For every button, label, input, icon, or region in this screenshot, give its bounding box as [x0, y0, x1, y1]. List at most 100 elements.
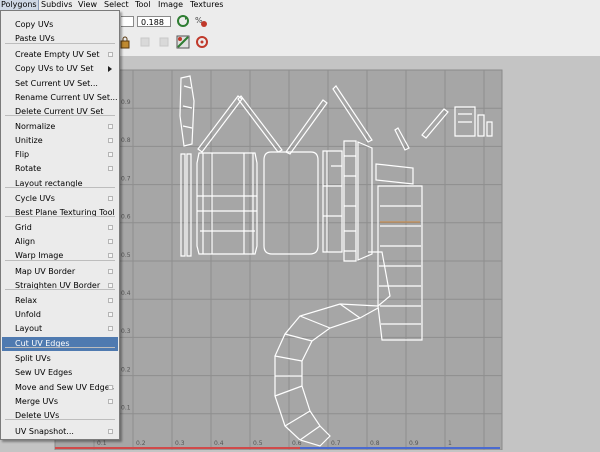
menu-tool[interactable]: Tool: [134, 0, 152, 10]
x-tick-label: 0.4: [214, 440, 224, 447]
menu-item-label: Warp Image: [15, 251, 64, 260]
polygons-menu: Copy UVs Paste UVs Create Empty UV Set Copy…: [0, 10, 120, 440]
menu-polygons[interactable]: Polygons: [0, 0, 39, 11]
menu-item-layout-rectangle[interactable]: Layout rectangle: [2, 177, 118, 191]
menu-item-label: Copy UVs: [15, 20, 54, 29]
menu-separator: [5, 187, 115, 188]
menu-item-uv-snapshot[interactable]: UV Snapshot...: [2, 425, 118, 439]
x-tick-label: 1: [448, 440, 452, 447]
option-box-icon[interactable]: [108, 385, 113, 390]
menu-separator: [5, 347, 115, 348]
menu-item-delete-current-uv-set[interactable]: Delete Current UV Set: [2, 105, 118, 119]
y-tick-label: 0.9: [121, 99, 131, 106]
menu-item-label: Grid: [15, 223, 32, 232]
menu-item-grid[interactable]: Grid: [2, 221, 118, 235]
menu-item-label: Unfold: [15, 310, 41, 319]
option-box-icon[interactable]: [108, 326, 113, 331]
menu-item-label: Normalize: [15, 122, 56, 131]
menu-item-cycle-uvs[interactable]: Cycle UVs: [2, 192, 118, 206]
option-box-icon[interactable]: [108, 312, 113, 317]
menu-item-label: Create Empty UV Set: [15, 50, 100, 59]
menu-item-create-empty-uv-set[interactable]: Create Empty UV Set: [2, 48, 118, 62]
x-tick-label: 0.7: [331, 440, 341, 447]
uv-snap-icon[interactable]: [176, 35, 190, 49]
option-box-icon[interactable]: [108, 152, 113, 157]
x-tick-label: 0.8: [370, 440, 380, 447]
green-arrows-icon[interactable]: [176, 14, 190, 28]
submenu-arrow-icon: [108, 66, 112, 72]
menu-select[interactable]: Select: [103, 0, 130, 10]
option-box-icon[interactable]: [108, 399, 113, 404]
option-box-icon[interactable]: [108, 124, 113, 129]
menu-item-straighten-uv-border[interactable]: Straighten UV Border: [2, 279, 118, 293]
menu-subdivs[interactable]: Subdivs: [40, 0, 73, 10]
menu-item-relax[interactable]: Relax: [2, 294, 118, 308]
menu-item-label: Set Current UV Set...: [15, 79, 98, 88]
menu-item-label: Merge UVs: [15, 397, 59, 406]
menu-item-unfold[interactable]: Unfold: [2, 308, 118, 322]
value-field[interactable]: 0.188: [137, 16, 171, 27]
menu-item-copy-uvs[interactable]: Copy UVs: [2, 18, 118, 32]
menu-item-delete-uvs[interactable]: Delete UVs: [2, 409, 118, 423]
menu-item-split-uvs[interactable]: Split UVs: [2, 352, 118, 366]
value-field-left[interactable]: [121, 16, 134, 27]
menu-item-copy-uvs-to-uv-set[interactable]: Copy UVs to UV Set: [2, 62, 118, 76]
y-tick-label: 0.2: [121, 366, 131, 373]
percent-icon[interactable]: %: [194, 14, 208, 28]
menu-item-map-uv-border[interactable]: Map UV Border: [2, 265, 118, 279]
option-box-icon[interactable]: [108, 239, 113, 244]
menu-item-set-current-uv-set[interactable]: Set Current UV Set...: [2, 77, 118, 91]
lock-icon[interactable]: [118, 35, 132, 49]
menu-item-layout[interactable]: Layout: [2, 322, 118, 336]
option-box-icon[interactable]: [108, 166, 113, 171]
menu-item-label: Copy UVs to UV Set: [15, 64, 94, 73]
option-box-icon[interactable]: [108, 298, 113, 303]
menu-separator: [5, 260, 115, 261]
y-tick-label: 0.1: [121, 405, 131, 412]
menu-item-sew-uv-edges[interactable]: Sew UV Edges: [2, 366, 118, 380]
option-box-icon[interactable]: [108, 52, 113, 57]
menu-item-label: Cycle UVs: [15, 194, 55, 203]
menu-item-label: Layout: [15, 324, 43, 333]
menu-item-label: Map UV Border: [15, 267, 76, 276]
menu-view[interactable]: View: [77, 0, 98, 10]
menu-item-move-and-sew-uv-edges[interactable]: Move and Sew UV Edges: [2, 381, 118, 395]
option-box-icon[interactable]: [108, 138, 113, 143]
menu-item-normalize[interactable]: Normalize: [2, 120, 118, 134]
menu-item-label: UV Snapshot...: [15, 427, 74, 436]
menu-separator: [5, 43, 115, 44]
y-tick-label: 0.4: [121, 290, 131, 297]
menu-item-rename-current-uv-set[interactable]: Rename Current UV Set...: [2, 91, 118, 105]
x-tick-label: 0.1: [97, 440, 107, 447]
option-box-icon[interactable]: [108, 429, 113, 434]
option-box-icon[interactable]: [108, 269, 113, 274]
y-tick-label: 0.5: [121, 252, 131, 259]
option-box-icon[interactable]: [108, 225, 113, 230]
menu-item-merge-uvs[interactable]: Merge UVs: [2, 395, 118, 409]
menu-item-unitize[interactable]: Unitize: [2, 134, 118, 148]
option-box-icon[interactable]: [108, 283, 113, 288]
menu-item-align[interactable]: Align: [2, 235, 118, 249]
red-target-icon[interactable]: [195, 35, 209, 49]
menu-item-label: Align: [15, 237, 36, 246]
option-box-icon[interactable]: [108, 253, 113, 258]
menu-item-label: Paste UVs: [15, 34, 55, 43]
y-tick-label: 0.3: [121, 328, 131, 335]
menu-item-label: Rename Current UV Set...: [15, 93, 118, 102]
x-tick-label: 0.2: [136, 440, 146, 447]
menu-image[interactable]: Image: [157, 0, 184, 10]
option-box-icon[interactable]: [108, 196, 113, 201]
menu-item-flip[interactable]: Flip: [2, 148, 118, 162]
menu-item-best-plane-texturing-tool[interactable]: Best Plane Texturing Tool: [2, 206, 118, 220]
disabled-tool-icon-2: [159, 37, 169, 47]
menu-separator: [5, 419, 115, 420]
y-tick-label: 0.6: [121, 214, 131, 221]
menu-item-rotate[interactable]: Rotate: [2, 162, 118, 176]
menu-item-cut-uv-edges[interactable]: Cut UV Edges: [2, 337, 118, 351]
menu-separator: [5, 216, 115, 217]
x-tick-label: 0.3: [175, 440, 185, 447]
x-tick-label: 0.6: [292, 440, 302, 447]
menubar: Polygons Subdivs View Select Tool Image …: [0, 0, 600, 11]
menu-item-label: Rotate: [15, 164, 42, 173]
menu-textures[interactable]: Textures: [189, 0, 224, 10]
